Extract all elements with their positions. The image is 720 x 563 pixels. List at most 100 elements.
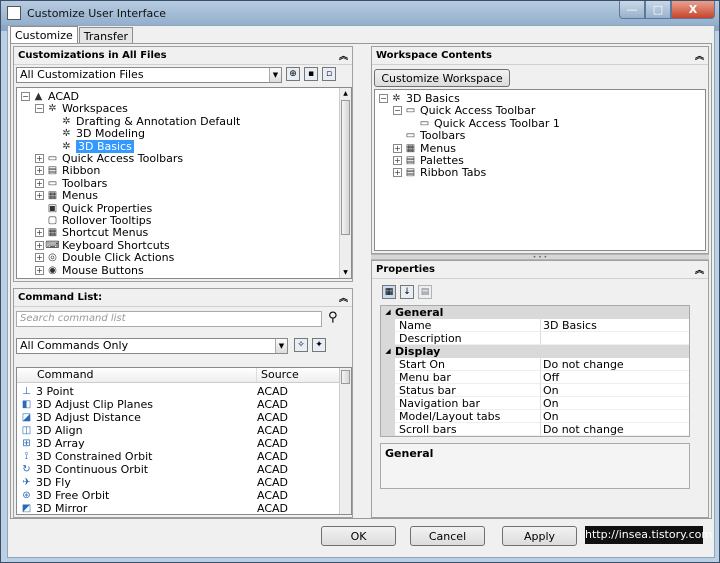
close-button[interactable]: X	[671, 1, 715, 19]
property-category[interactable]: ◢ General	[381, 306, 689, 319]
property-pages-icon[interactable]: ▤	[418, 285, 432, 299]
property-row[interactable]: Name 3D Basics	[395, 319, 689, 332]
command-row[interactable]: ◪ 3D Adjust Distance ACAD	[17, 411, 337, 424]
tree-node[interactable]: ▢ LISP Files	[35, 276, 113, 278]
property-row[interactable]: Scroll bars Do not change	[395, 423, 689, 436]
tree-scrollbar[interactable]: ▲ ▼	[339, 88, 351, 278]
expand-toggle-icon[interactable]: +	[35, 166, 44, 176]
tree-node[interactable]: − ▲ ACAD	[21, 90, 79, 103]
source-column-header[interactable]: Source	[257, 368, 341, 382]
save-as-icon[interactable]: ▫	[322, 67, 336, 81]
expand-toggle-icon[interactable]: +	[393, 143, 402, 153]
dropdown-arrow-icon[interactable]: ▼	[275, 339, 287, 353]
tree-node[interactable]: + ▦ Shortcut Menus	[35, 226, 148, 239]
property-row[interactable]: Navigation bar On	[395, 397, 689, 410]
tree-node[interactable]: − ✲ Workspaces	[35, 102, 128, 115]
dropdown-arrow-icon[interactable]: ▼	[269, 68, 281, 82]
command-row[interactable]: ↻ 3D Continuous Orbit ACAD	[17, 463, 337, 476]
tree-node[interactable]: ✲ 3D Basics	[49, 139, 134, 153]
expand-toggle-icon[interactable]: −	[393, 106, 402, 116]
command-row[interactable]: ⊞ 3D Array ACAD	[17, 437, 337, 450]
tree-node[interactable]: + ⌨ Keyboard Shortcuts	[35, 239, 170, 252]
customize-workspace-button[interactable]: Customize Workspace	[374, 69, 510, 87]
title-bar[interactable]: Customize User Interface — □ X	[1, 1, 719, 25]
tree-node[interactable]: + ▭ Quick Access Toolbars	[35, 152, 183, 165]
apply-button[interactable]: Apply	[502, 526, 577, 546]
tree-node[interactable]: + ◎ Double Click Actions	[35, 251, 174, 264]
scroll-thumb[interactable]	[341, 100, 350, 235]
tree-node[interactable]: + ▤ Ribbon	[35, 164, 100, 177]
command-row[interactable]: ⟟ 3D Constrained Orbit ACAD	[17, 450, 337, 463]
expand-toggle-icon[interactable]: +	[393, 168, 402, 178]
expand-toggle-icon[interactable]: −	[379, 94, 388, 103]
expand-toggle-icon[interactable]: +	[35, 191, 44, 201]
tree-node[interactable]: ✲ 3D Modeling	[49, 127, 145, 140]
categorized-view-icon[interactable]: ▦	[382, 285, 396, 299]
tree-node[interactable]: ▢ Rollover Tooltips	[35, 214, 152, 227]
maximize-button[interactable]: □	[645, 1, 671, 19]
tree-node[interactable]: + ▦ Menus	[35, 189, 98, 202]
property-value[interactable]: On	[541, 397, 689, 410]
property-value[interactable]: Do not change	[541, 358, 689, 371]
tree-node[interactable]: + ▦ Menus	[393, 142, 456, 155]
scroll-thumb[interactable]	[341, 370, 350, 384]
expand-toggle-icon[interactable]: +	[35, 228, 44, 238]
tree-node[interactable]: ▭ Toolbars	[393, 129, 466, 142]
command-search-input[interactable]: Search command list	[16, 311, 322, 327]
collapse-icon[interactable]: ︽	[339, 291, 348, 304]
tree-node[interactable]: − ✲ 3D Basics	[379, 92, 460, 105]
collapse-category-icon[interactable]: ◢	[381, 345, 395, 358]
property-row[interactable]: Status bar On	[395, 384, 689, 397]
cancel-button[interactable]: Cancel	[410, 526, 485, 546]
property-row[interactable]: Model/Layout tabs On	[395, 410, 689, 423]
command-filter-select[interactable]: All Commands Only ▼	[16, 338, 288, 354]
open-file-icon[interactable]: ⊕	[286, 67, 300, 81]
command-list-scrollbar[interactable]	[339, 368, 351, 514]
property-value[interactable]: Do not change	[541, 423, 689, 436]
command-row[interactable]: ⊥ 3 Point ACAD	[17, 385, 337, 398]
save-icon[interactable]: ▪	[304, 67, 318, 81]
expand-toggle-icon[interactable]: +	[35, 178, 44, 188]
property-category[interactable]: ◢ Display	[381, 345, 689, 358]
expand-toggle-icon[interactable]: +	[35, 253, 44, 263]
tree-node[interactable]: ✲ Drafting & Annotation Default	[49, 115, 240, 128]
customization-file-select[interactable]: All Customization Files ▼	[16, 67, 282, 83]
tree-node[interactable]: + ▤ Palettes	[393, 154, 464, 167]
tree-node[interactable]: − ▭ Quick Access Toolbar	[393, 104, 535, 117]
collapse-icon[interactable]: ︽	[339, 49, 348, 62]
search-icon[interactable]: ⚲	[328, 310, 338, 325]
tree-node[interactable]: ▭ Quick Access Toolbar 1	[407, 117, 560, 130]
tree-node[interactable]: + ◉ Mouse Buttons	[35, 264, 144, 277]
expand-toggle-icon[interactable]: −	[35, 104, 44, 114]
tree-node[interactable]: + ▭ Toolbars	[35, 177, 107, 190]
tree-node[interactable]: + ▤ Ribbon Tabs	[393, 166, 486, 179]
property-value[interactable]: On	[541, 384, 689, 397]
ok-button[interactable]: OK	[321, 526, 396, 546]
alphabetical-sort-icon[interactable]: ↓	[400, 285, 414, 299]
tree-node[interactable]: ▣ Quick Properties	[35, 202, 152, 215]
command-row[interactable]: ⊛ 3D Free Orbit ACAD	[17, 489, 337, 502]
property-value[interactable]: 3D Basics	[541, 319, 689, 332]
collapse-icon[interactable]: ︽	[695, 263, 704, 276]
property-row[interactable]: Menu bar Off	[395, 371, 689, 384]
property-row[interactable]: Description	[395, 332, 689, 345]
command-row[interactable]: ◫ 3D Align ACAD	[17, 424, 337, 437]
property-row[interactable]: Start On Do not change	[395, 358, 689, 371]
minimize-button[interactable]: —	[619, 1, 645, 19]
command-row[interactable]: ◧ 3D Adjust Clip Planes ACAD	[17, 398, 337, 411]
collapse-category-icon[interactable]: ◢	[381, 306, 395, 319]
expand-toggle-icon[interactable]: −	[21, 92, 30, 101]
command-row[interactable]: ◩ 3D Mirror ACAD	[17, 502, 337, 514]
property-value[interactable]: Off	[541, 371, 689, 384]
scroll-down-icon[interactable]: ▼	[340, 267, 351, 278]
property-value[interactable]: On	[541, 410, 689, 423]
expand-toggle-icon[interactable]: +	[35, 154, 44, 163]
expand-toggle-icon[interactable]: +	[393, 156, 402, 165]
property-value[interactable]	[541, 332, 689, 345]
expand-toggle-icon[interactable]: +	[35, 240, 44, 250]
expand-toggle-icon[interactable]: +	[35, 265, 44, 275]
collapse-icon[interactable]: ︽	[695, 49, 704, 62]
scroll-up-icon[interactable]: ▲	[340, 88, 351, 99]
new-command-icon[interactable]: ✦	[312, 338, 326, 352]
command-row[interactable]: ✈ 3D Fly ACAD	[17, 476, 337, 489]
